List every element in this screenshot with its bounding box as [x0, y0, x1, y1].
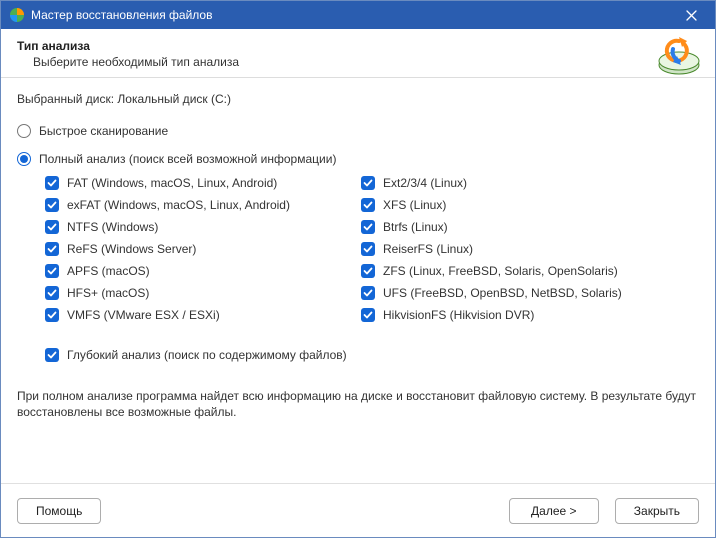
checkbox-label: Глубокий анализ (поиск по содержимому фа… [67, 348, 347, 362]
wizard-header: Тип анализа Выберите необходимый тип ана… [1, 29, 715, 78]
checkbox-label: Ext2/3/4 (Linux) [383, 176, 467, 190]
checkbox-fs-refs[interactable]: ReFS (Windows Server) [45, 242, 305, 256]
radio-full-scan[interactable]: Полный анализ (поиск всей возможной инфо… [17, 152, 699, 166]
footer: Помощь Далее > Закрыть [1, 483, 715, 537]
checkbox-fs-ext[interactable]: Ext2/3/4 (Linux) [361, 176, 622, 190]
checkbox-label: HFS+ (macOS) [67, 286, 149, 300]
selected-disk: Выбранный диск: Локальный диск (C:) [17, 92, 699, 106]
checkbox-label: FAT (Windows, macOS, Linux, Android) [67, 176, 277, 190]
radio-label: Быстрое сканирование [39, 124, 168, 138]
checkbox-icon [45, 220, 59, 234]
checkbox-fs-vmfs[interactable]: VMFS (VMware ESX / ESXi) [45, 308, 305, 322]
selected-disk-value: Локальный диск (C:) [117, 92, 231, 106]
checkbox-fs-exfat[interactable]: exFAT (Windows, macOS, Linux, Android) [45, 198, 305, 212]
radio-label: Полный анализ (поиск всей возможной инфо… [39, 152, 336, 166]
checkbox-icon [361, 286, 375, 300]
checkbox-fs-ntfs[interactable]: NTFS (Windows) [45, 220, 305, 234]
checkbox-label: APFS (macOS) [67, 264, 150, 278]
checkbox-label: XFS (Linux) [383, 198, 446, 212]
checkbox-fs-hik[interactable]: HikvisionFS (Hikvision DVR) [361, 308, 622, 322]
checkbox-fs-apfs[interactable]: APFS (macOS) [45, 264, 305, 278]
checkbox-fs-fat[interactable]: FAT (Windows, macOS, Linux, Android) [45, 176, 305, 190]
checkbox-label: UFS (FreeBSD, OpenBSD, NetBSD, Solaris) [383, 286, 622, 300]
checkbox-icon [361, 264, 375, 278]
checkbox-label: NTFS (Windows) [67, 220, 158, 234]
close-button[interactable]: Закрыть [615, 498, 699, 524]
next-button[interactable]: Далее > [509, 498, 599, 524]
checkbox-label: exFAT (Windows, macOS, Linux, Android) [67, 198, 290, 212]
checkbox-icon [45, 264, 59, 278]
checkbox-icon [361, 198, 375, 212]
window-title: Мастер восстановления файлов [31, 8, 675, 22]
checkbox-fs-xfs[interactable]: XFS (Linux) [361, 198, 622, 212]
selected-disk-label: Выбранный диск: [17, 92, 114, 106]
help-button[interactable]: Помощь [17, 498, 101, 524]
radio-icon [17, 152, 31, 166]
close-icon[interactable] [675, 1, 707, 29]
checkbox-icon [45, 286, 59, 300]
checkbox-fs-ufs[interactable]: UFS (FreeBSD, OpenBSD, NetBSD, Solaris) [361, 286, 622, 300]
checkbox-icon [45, 308, 59, 322]
checkbox-fs-hfs[interactable]: HFS+ (macOS) [45, 286, 305, 300]
checkbox-label: ReFS (Windows Server) [67, 242, 196, 256]
checkbox-icon [361, 220, 375, 234]
checkbox-fs-reiserfs[interactable]: ReiserFS (Linux) [361, 242, 622, 256]
checkbox-icon [45, 348, 59, 362]
checkbox-fs-zfs[interactable]: ZFS (Linux, FreeBSD, Solaris, OpenSolari… [361, 264, 622, 278]
description-text: При полном анализе программа найдет всю … [17, 388, 699, 420]
page-subtitle: Выберите необходимый тип анализа [33, 55, 699, 69]
checkbox-label: ZFS (Linux, FreeBSD, Solaris, OpenSolari… [383, 264, 618, 278]
checkbox-icon [45, 176, 59, 190]
radio-icon [17, 124, 31, 138]
checkbox-icon [45, 242, 59, 256]
checkbox-icon [361, 176, 375, 190]
checkbox-label: HikvisionFS (Hikvision DVR) [383, 308, 534, 322]
checkbox-deep-analysis[interactable]: Глубокий анализ (поиск по содержимому фа… [45, 348, 699, 362]
page-title: Тип анализа [17, 39, 699, 53]
checkbox-label: ReiserFS (Linux) [383, 242, 473, 256]
checkbox-fs-btrfs[interactable]: Btrfs (Linux) [361, 220, 622, 234]
radio-quick-scan[interactable]: Быстрое сканирование [17, 124, 699, 138]
titlebar: Мастер восстановления файлов [1, 1, 715, 29]
checkbox-label: Btrfs (Linux) [383, 220, 448, 234]
checkbox-icon [361, 242, 375, 256]
filesystem-options: FAT (Windows, macOS, Linux, Android) exFA… [45, 176, 699, 322]
checkbox-icon [361, 308, 375, 322]
recovery-icon [655, 35, 703, 77]
checkbox-icon [45, 198, 59, 212]
checkbox-label: VMFS (VMware ESX / ESXi) [67, 308, 220, 322]
app-icon [9, 7, 25, 23]
